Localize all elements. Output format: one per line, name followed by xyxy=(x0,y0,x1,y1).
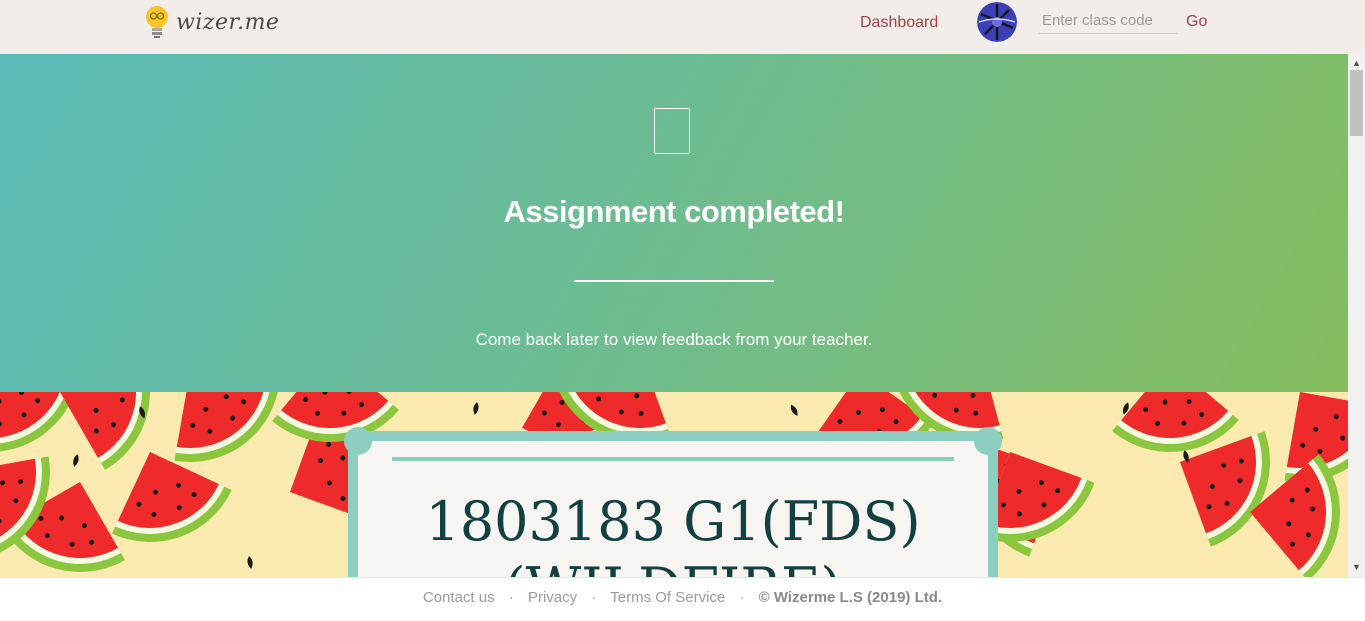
avatar[interactable] xyxy=(977,2,1017,42)
footer-separator: · xyxy=(508,589,514,606)
worksheet-card[interactable]: 1803183 G1(FDS) (WILDFIRE) xyxy=(344,427,1002,619)
footer-link-terms[interactable]: Terms Of Service xyxy=(610,589,725,606)
wizer-logo[interactable]: wizer.me xyxy=(144,4,279,40)
go-button[interactable]: Go xyxy=(1186,13,1207,31)
completion-title: Assignment completed! xyxy=(503,194,845,229)
footer-separator: · xyxy=(591,589,597,606)
completion-banner: Assignment completed! Come back later to… xyxy=(0,54,1348,392)
logo-text: wizer.me xyxy=(176,9,280,35)
top-navigation-bar: wizer.me Dashboard Go xyxy=(0,0,1365,54)
footer-link-contact[interactable]: Contact us xyxy=(423,589,495,606)
dashboard-link[interactable]: Dashboard xyxy=(860,14,938,32)
scroll-thumb[interactable] xyxy=(1350,70,1363,136)
card-corner xyxy=(344,427,372,455)
avatar-icon xyxy=(977,2,1017,42)
copyright-text: © Wizerme L.S (2019) Ltd. xyxy=(758,589,943,606)
card-corner xyxy=(974,427,1002,455)
card-rule xyxy=(392,457,954,461)
footer-separator: · xyxy=(739,589,745,606)
file-icon xyxy=(654,108,690,154)
class-code-input[interactable] xyxy=(1038,8,1178,34)
completion-subtitle: Come back later to view feedback from yo… xyxy=(475,330,873,349)
scroll-down-icon[interactable]: ▼ xyxy=(1352,562,1361,572)
footer-link-privacy[interactable]: Privacy xyxy=(528,589,577,606)
lightbulb-logo-icon xyxy=(146,6,168,38)
footer: Contact us · Privacy · Terms Of Service … xyxy=(0,577,1365,618)
page-scrollbar[interactable]: ▲ ▼ xyxy=(1348,54,1365,577)
scroll-up-icon[interactable]: ▲ xyxy=(1352,58,1361,68)
banner-divider xyxy=(574,280,774,282)
